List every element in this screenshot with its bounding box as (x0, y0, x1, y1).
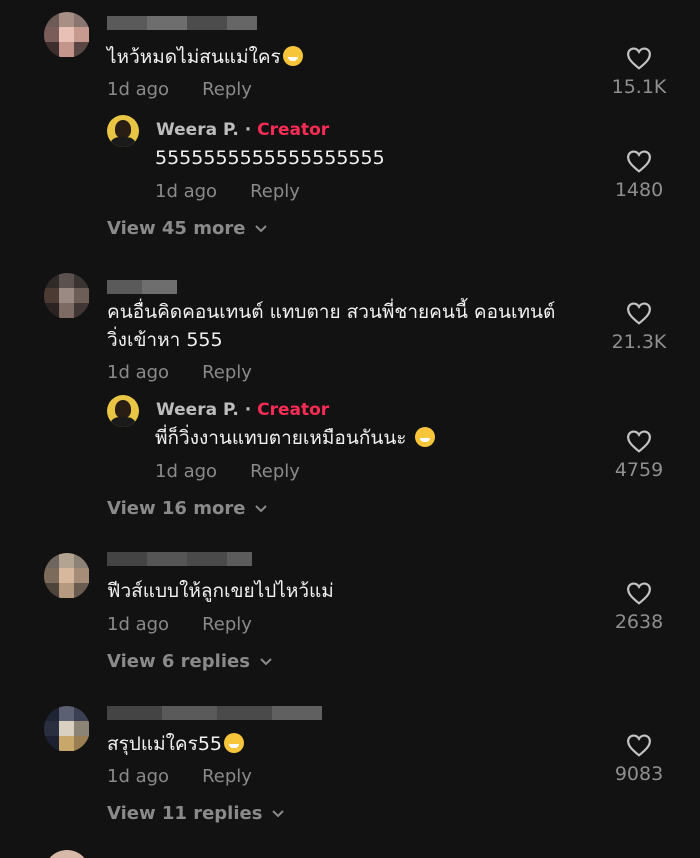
reply-button[interactable]: Reply (202, 79, 252, 100)
comment-time: 1d ago (107, 79, 170, 100)
username-blurred[interactable] (107, 552, 252, 566)
comment-meta: 1d ago Reply (107, 614, 252, 635)
grinning-face-emoji-icon (282, 46, 303, 66)
comment-text: สรุปแม่ใคร55 (107, 730, 245, 758)
comment-text: คนอื่นคิดคอนเทนต์ แทบตาย สวนพี่ชายคนนี้ … (107, 301, 556, 351)
creator-name[interactable]: Weera P. (156, 120, 239, 140)
reply-text: พี่ก็วิ่งงานแทบตายเหมือนกันนะ (155, 424, 435, 452)
reply-meta: 1d ago Reply (155, 461, 300, 482)
chevron-down-icon (260, 657, 272, 665)
creator-badge: Creator (257, 120, 330, 140)
comment-time: 1d ago (107, 766, 170, 787)
like-button[interactable]: 21.3K (594, 301, 684, 353)
like-button[interactable]: 1480 (594, 149, 684, 201)
chevron-down-icon (255, 224, 268, 232)
reply-button[interactable]: Reply (202, 362, 252, 383)
username-blurred[interactable] (107, 280, 177, 294)
reply-button[interactable]: Reply (202, 614, 252, 635)
avatar[interactable] (44, 850, 90, 858)
comment-meta: 1d ago Reply (107, 766, 252, 787)
creator-name-line: Weera P. · Creator (156, 400, 330, 420)
heart-outline-icon (627, 734, 651, 757)
comment-time: 1d ago (107, 362, 170, 383)
comment-meta: 1d ago Reply (107, 79, 252, 100)
like-count: 15.1K (611, 76, 667, 98)
reply-text: 5555555555555555555 (155, 147, 385, 169)
like-count: 1480 (614, 179, 664, 201)
avatar[interactable] (44, 12, 90, 58)
avatar[interactable] (44, 553, 90, 599)
like-count: 9083 (614, 763, 664, 785)
like-count: 2638 (614, 611, 664, 633)
creator-name[interactable]: Weera P. (156, 400, 239, 420)
reply-button[interactable]: Reply (250, 461, 300, 482)
view-more-replies-button[interactable]: View 11 replies (107, 803, 285, 824)
reply-button[interactable]: Reply (202, 766, 252, 787)
comment-time: 1d ago (107, 614, 170, 635)
rofl-emoji-icon (224, 733, 245, 753)
like-button[interactable]: 9083 (594, 733, 684, 785)
comment-meta: 1d ago Reply (107, 362, 252, 383)
like-button[interactable]: 15.1K (594, 46, 684, 98)
reply-time: 1d ago (155, 181, 218, 202)
heart-outline-icon (627, 150, 651, 173)
comment-text: ฟีวส์แบบให้ลูกเขยไปไหว้แม่ (107, 580, 334, 602)
reply-button[interactable]: Reply (250, 181, 300, 202)
view-more-replies-button[interactable]: View 45 more (107, 218, 268, 239)
heart-outline-icon (627, 582, 651, 605)
creator-avatar[interactable] (107, 395, 139, 427)
chevron-down-icon (272, 809, 285, 817)
like-button[interactable]: 2638 (594, 581, 684, 633)
avatar[interactable] (44, 273, 90, 319)
view-more-replies-button[interactable]: View 6 replies (107, 651, 272, 672)
comment-text: ไหว้หมดไม่สนแม่ใคร (107, 43, 303, 71)
username-blurred[interactable] (107, 16, 257, 30)
username-blurred[interactable] (107, 706, 322, 720)
chevron-down-icon (255, 504, 268, 512)
like-button[interactable]: 4759 (594, 429, 684, 481)
view-more-replies-button[interactable]: View 16 more (107, 498, 268, 519)
creator-name-line: Weera P. · Creator (156, 120, 330, 140)
reply-time: 1d ago (155, 461, 218, 482)
like-count: 4759 (614, 459, 664, 481)
avatar[interactable] (44, 706, 90, 752)
tears-of-joy-emoji-icon (414, 427, 435, 447)
like-count: 21.3K (611, 331, 667, 353)
heart-outline-icon (627, 302, 651, 325)
heart-outline-icon (627, 47, 651, 70)
creator-badge: Creator (257, 400, 330, 420)
heart-outline-icon (627, 430, 651, 453)
reply-meta: 1d ago Reply (155, 181, 300, 202)
creator-avatar[interactable] (107, 115, 139, 147)
